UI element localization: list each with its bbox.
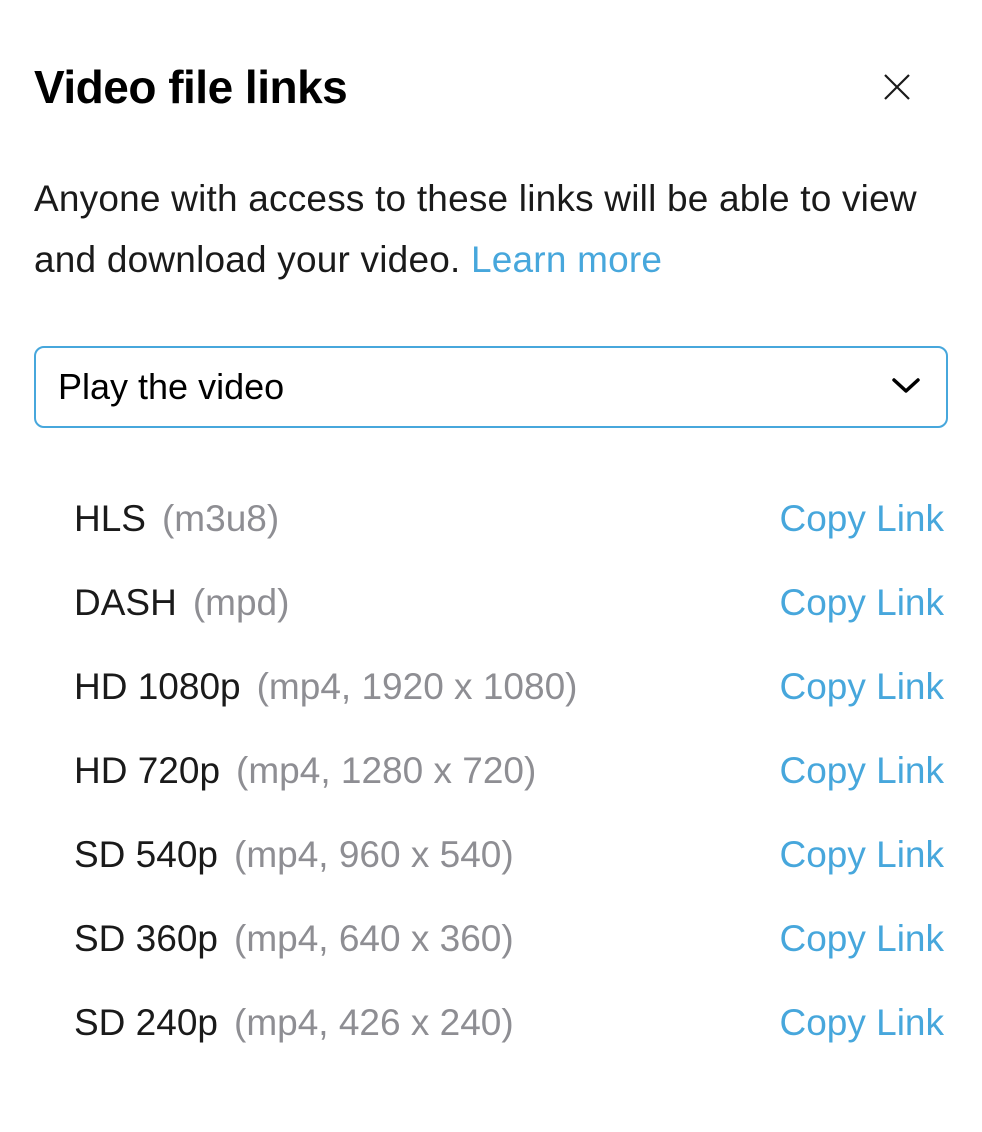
- copy-link-button[interactable]: Copy Link: [779, 918, 944, 960]
- description-text: Anyone with access to these links will b…: [34, 168, 948, 290]
- close-button[interactable]: [876, 66, 918, 111]
- list-item: DASH (mpd) Copy Link: [74, 582, 944, 624]
- format-label: DASH (mpd): [74, 582, 289, 624]
- format-links-list: HLS (m3u8) Copy Link DASH (mpd) Copy Lin…: [34, 498, 948, 1044]
- format-name: HD 720p: [74, 750, 220, 792]
- format-name: SD 540p: [74, 834, 218, 876]
- format-label: HLS (m3u8): [74, 498, 279, 540]
- format-detail: (mp4, 1920 x 1080): [257, 666, 578, 708]
- format-detail: (mp4, 426 x 240): [234, 1002, 514, 1044]
- format-detail: (m3u8): [162, 498, 279, 540]
- list-item: SD 240p (mp4, 426 x 240) Copy Link: [74, 1002, 944, 1044]
- format-name: DASH: [74, 582, 177, 624]
- format-name: SD 240p: [74, 1002, 218, 1044]
- copy-link-button[interactable]: Copy Link: [779, 1002, 944, 1044]
- copy-link-button[interactable]: Copy Link: [779, 666, 944, 708]
- copy-link-button[interactable]: Copy Link: [779, 498, 944, 540]
- format-label: SD 540p (mp4, 960 x 540): [74, 834, 514, 876]
- format-detail: (mp4, 960 x 540): [234, 834, 514, 876]
- play-mode-dropdown[interactable]: Play the video: [34, 346, 948, 428]
- learn-more-link[interactable]: Learn more: [471, 239, 662, 280]
- dropdown-selected-label: Play the video: [58, 366, 284, 408]
- format-label: SD 360p (mp4, 640 x 360): [74, 918, 514, 960]
- format-label: SD 240p (mp4, 426 x 240): [74, 1002, 514, 1044]
- copy-link-button[interactable]: Copy Link: [779, 750, 944, 792]
- dialog-title: Video file links: [34, 60, 347, 114]
- list-item: HLS (m3u8) Copy Link: [74, 498, 944, 540]
- format-detail: (mpd): [193, 582, 290, 624]
- list-item: HD 720p (mp4, 1280 x 720) Copy Link: [74, 750, 944, 792]
- chevron-down-icon: [892, 376, 924, 399]
- list-item: HD 1080p (mp4, 1920 x 1080) Copy Link: [74, 666, 944, 708]
- close-icon: [882, 72, 912, 105]
- format-label: HD 720p (mp4, 1280 x 720): [74, 750, 536, 792]
- list-item: SD 540p (mp4, 960 x 540) Copy Link: [74, 834, 944, 876]
- format-label: HD 1080p (mp4, 1920 x 1080): [74, 666, 577, 708]
- dialog-header: Video file links: [34, 60, 948, 114]
- list-item: SD 360p (mp4, 640 x 360) Copy Link: [74, 918, 944, 960]
- format-name: HD 1080p: [74, 666, 241, 708]
- format-detail: (mp4, 640 x 360): [234, 918, 514, 960]
- format-name: HLS: [74, 498, 146, 540]
- copy-link-button[interactable]: Copy Link: [779, 582, 944, 624]
- copy-link-button[interactable]: Copy Link: [779, 834, 944, 876]
- format-detail: (mp4, 1280 x 720): [236, 750, 536, 792]
- format-name: SD 360p: [74, 918, 218, 960]
